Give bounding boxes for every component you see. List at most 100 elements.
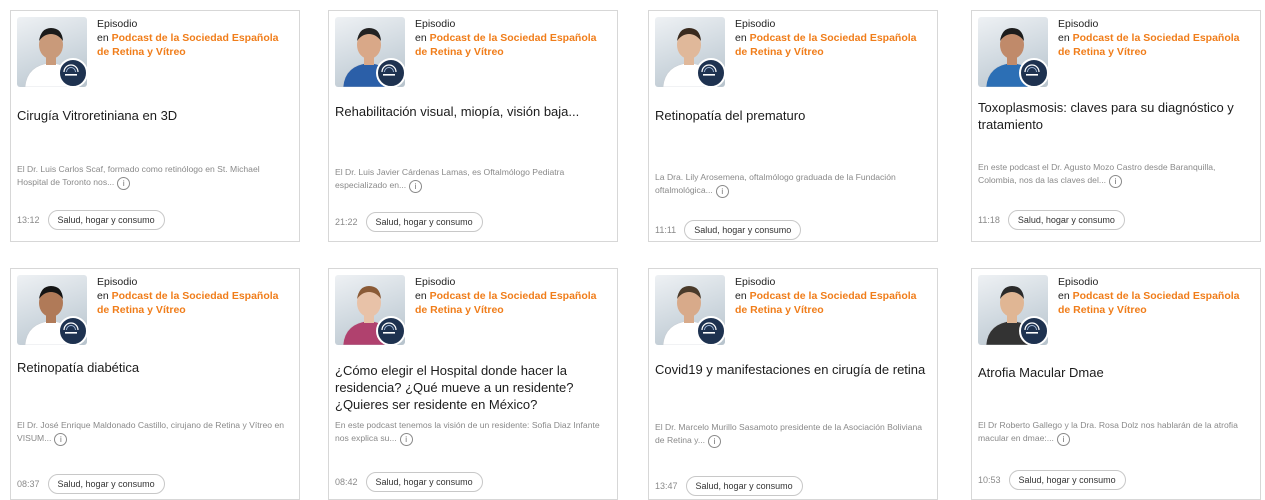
episode-title[interactable]: ¿Cómo elegir el Hospital donde hacer la … [335, 362, 609, 413]
podcast-link[interactable]: Podcast de la Sociedad Española de Retin… [97, 32, 279, 58]
episode-thumbnail[interactable] [655, 17, 725, 87]
podcast-link[interactable]: Podcast de la Sociedad Española de Retin… [735, 290, 917, 316]
seorv-logo-icon [376, 58, 405, 87]
episode-meta: Episodio en Podcast de la Sociedad Españ… [97, 275, 291, 317]
episode-kind-label: Episodio [735, 276, 776, 288]
episode-title[interactable]: Toxoplasmosis: claves para su diagnóstic… [978, 99, 1252, 133]
category-chip[interactable]: Salud, hogar y consumo [684, 220, 802, 240]
episode-thumbnail[interactable] [17, 17, 87, 87]
episode-description: En este podcast el Dr. Agusto Mozo Castr… [978, 161, 1252, 188]
episode-card[interactable]: Episodio en Podcast de la Sociedad Españ… [648, 10, 938, 242]
podcast-link[interactable]: Podcast de la Sociedad Española de Retin… [97, 290, 279, 316]
episode-title[interactable]: Rehabilitación visual, miopía, visión ba… [335, 103, 609, 120]
category-chip[interactable]: Salud, hogar y consumo [685, 476, 803, 496]
podcast-link[interactable]: Podcast de la Sociedad Española de Retin… [735, 32, 917, 58]
duration-label: 11:11 [655, 225, 677, 235]
info-icon[interactable]: i [1056, 433, 1070, 446]
episode-card[interactable]: Episodio en Podcast de la Sociedad Españ… [971, 268, 1261, 500]
episode-footer: 13:47 Salud, hogar y consumo [655, 475, 929, 497]
en-label: en [97, 290, 109, 302]
episode-thumbnail[interactable] [17, 275, 87, 345]
seorv-logo-icon [376, 316, 405, 345]
episode-meta: Episodio en Podcast de la Sociedad Españ… [1058, 275, 1252, 317]
en-label: en [735, 32, 747, 44]
info-icon[interactable]: i [117, 177, 131, 190]
info-icon[interactable]: i [1109, 175, 1123, 188]
podcast-link[interactable]: Podcast de la Sociedad Española de Retin… [1058, 290, 1240, 316]
en-label: en [1058, 32, 1070, 44]
seorv-logo-icon [1019, 316, 1048, 345]
episode-title[interactable]: Retinopatía diabética [17, 359, 291, 376]
duration-label: 13:47 [655, 481, 678, 491]
episode-footer: 13:12 Salud, hogar y consumo [17, 209, 291, 231]
description-text: El Dr. Luis Carlos Scaf, formado como re… [17, 164, 260, 187]
duration-label: 11:18 [978, 215, 1000, 225]
episode-meta: Episodio en Podcast de la Sociedad Españ… [415, 17, 609, 59]
episode-title[interactable]: Retinopatía del prematuro [655, 107, 929, 124]
info-icon[interactable]: i [54, 433, 68, 446]
episode-card[interactable]: Episodio en Podcast de la Sociedad Españ… [328, 268, 618, 500]
episode-thumbnail[interactable] [978, 275, 1048, 345]
category-chip[interactable]: Salud, hogar y consumo [47, 474, 165, 494]
episode-title[interactable]: Covid19 y manifestaciones en cirugía de … [655, 361, 929, 378]
info-icon[interactable]: i [409, 180, 423, 193]
episode-kind-label: Episodio [415, 276, 456, 288]
episode-description: La Dra. Lily Arosemena, oftalmólogo grad… [655, 171, 929, 198]
episode-kind-label: Episodio [97, 18, 138, 30]
category-chip[interactable]: Salud, hogar y consumo [1007, 210, 1125, 230]
episode-kind-label: Episodio [1058, 276, 1099, 288]
episode-description: En este podcast tenemos la visión de un … [335, 419, 609, 446]
seorv-logo-icon [696, 316, 725, 345]
episode-footer: 11:11 Salud, hogar y consumo [655, 219, 929, 241]
episode-card[interactable]: Episodio en Podcast de la Sociedad Españ… [328, 10, 618, 242]
en-label: en [97, 32, 109, 44]
episode-description: El Dr. Luis Javier Cárdenas Lamas, es Of… [335, 166, 609, 193]
category-chip[interactable]: Salud, hogar y consumo [1008, 470, 1126, 490]
episode-meta: Episodio en Podcast de la Sociedad Españ… [415, 275, 609, 317]
episode-kind-label: Episodio [97, 276, 138, 288]
episode-thumbnail[interactable] [978, 17, 1048, 87]
episode-card[interactable]: Episodio en Podcast de la Sociedad Españ… [10, 268, 300, 500]
episode-footer: 10:53 Salud, hogar y consumo [978, 469, 1252, 491]
seorv-logo-icon [58, 58, 87, 87]
description-text: El Dr. Luis Javier Cárdenas Lamas, es Of… [335, 167, 565, 190]
episode-title[interactable]: Cirugía Vitroretiniana en 3D [17, 107, 291, 124]
duration-label: 13:12 [17, 215, 40, 225]
episode-thumbnail[interactable] [335, 17, 405, 87]
info-icon[interactable]: i [715, 185, 729, 198]
duration-label: 21:22 [335, 217, 358, 227]
episode-meta: Episodio en Podcast de la Sociedad Españ… [735, 275, 929, 317]
duration-label: 08:42 [335, 477, 358, 487]
podcast-link[interactable]: Podcast de la Sociedad Española de Retin… [415, 290, 597, 316]
podcast-link[interactable]: Podcast de la Sociedad Española de Retin… [415, 32, 597, 58]
info-icon[interactable]: i [399, 433, 413, 446]
episode-description: El Dr. Luis Carlos Scaf, formado como re… [17, 163, 291, 190]
podcast-link[interactable]: Podcast de la Sociedad Española de Retin… [1058, 32, 1240, 58]
episode-kind-label: Episodio [415, 18, 456, 30]
category-chip[interactable]: Salud, hogar y consumo [365, 472, 483, 492]
description-text: En este podcast el Dr. Agusto Mozo Castr… [978, 162, 1216, 185]
category-chip[interactable]: Salud, hogar y consumo [365, 212, 483, 232]
category-chip[interactable]: Salud, hogar y consumo [47, 210, 165, 230]
seorv-logo-icon [58, 316, 87, 345]
episode-card[interactable]: Episodio en Podcast de la Sociedad Españ… [10, 10, 300, 242]
episode-description: El Dr Roberto Gallego y la Dra. Rosa Dol… [978, 419, 1252, 446]
episode-thumbnail[interactable] [335, 275, 405, 345]
episode-description: El Dr. Marcelo Murillo Sasamoto presiden… [655, 421, 929, 448]
episode-thumbnail[interactable] [655, 275, 725, 345]
seorv-logo-icon [696, 58, 725, 87]
en-label: en [415, 32, 427, 44]
description-text: El Dr Roberto Gallego y la Dra. Rosa Dol… [978, 420, 1238, 443]
episode-title[interactable]: Atrofia Macular Dmae [978, 364, 1252, 381]
duration-label: 10:53 [978, 475, 1001, 485]
episode-footer: 11:18 Salud, hogar y consumo [978, 209, 1252, 231]
episode-card[interactable]: Episodio en Podcast de la Sociedad Españ… [648, 268, 938, 500]
episode-footer: 08:42 Salud, hogar y consumo [335, 471, 609, 493]
description-text: La Dra. Lily Arosemena, oftalmólogo grad… [655, 172, 896, 195]
episode-kind-label: Episodio [1058, 18, 1099, 30]
description-text: El Dr. Marcelo Murillo Sasamoto presiden… [655, 422, 923, 445]
episode-meta: Episodio en Podcast de la Sociedad Españ… [1058, 17, 1252, 59]
en-label: en [735, 290, 747, 302]
episode-card[interactable]: Episodio en Podcast de la Sociedad Españ… [971, 10, 1261, 242]
info-icon[interactable]: i [708, 435, 721, 448]
